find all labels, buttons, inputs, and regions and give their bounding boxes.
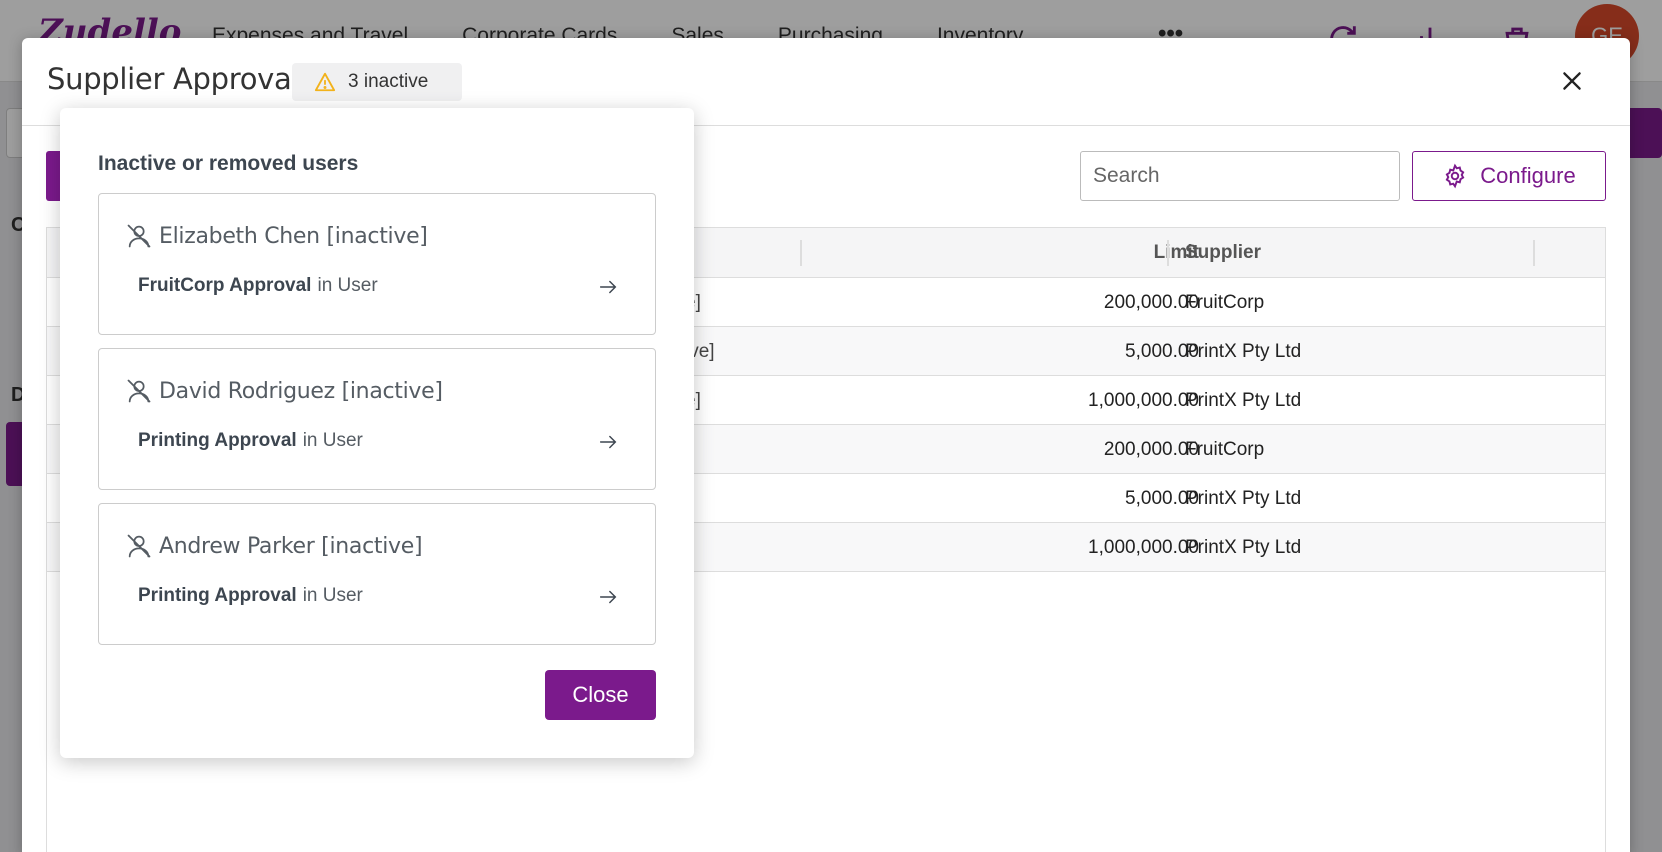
arrow-right-icon[interactable] [597,431,619,453]
user-name-row: David Rodriguez [inactive] [125,377,443,405]
approval-name: Printing Approval [138,430,297,451]
approval-context: in User [302,430,363,451]
user-name-row: Andrew Parker [inactive] [125,532,423,560]
approval-context: in User [317,275,378,296]
user-off-icon [127,379,151,403]
modal-title: Supplier Approvals [47,62,315,96]
inactive-user-card[interactable]: Elizabeth Chen [inactive] FruitCorp Appr… [98,193,656,335]
user-name-row: Elizabeth Chen [inactive] [125,222,428,250]
user-name: David Rodriguez [inactive] [159,378,443,404]
close-button[interactable]: Close [545,670,656,720]
user-off-icon [127,534,151,558]
column-resize-handle[interactable] [1167,240,1169,266]
cell-supplier: PrintX Pty Ltd [1185,537,1302,558]
inactive-badge-label: 3 inactive [348,71,429,92]
arrow-right-icon[interactable] [597,586,619,608]
warning-icon [314,72,336,92]
cell-supplier: PrintX Pty Ltd [1185,390,1302,411]
column-header-supplier[interactable]: Supplier [1185,242,1261,264]
column-resize-handle[interactable] [800,240,802,266]
close-icon[interactable] [1559,68,1585,94]
cell-supplier: FruitCorp [1185,439,1265,460]
search-input[interactable] [1080,151,1400,201]
inactive-users-badge[interactable]: 3 inactive [292,63,462,101]
inactive-user-card[interactable]: David Rodriguez [inactive] Printing Appr… [98,348,656,490]
user-approval-detail: FruitCorp Approval in User [138,275,378,297]
inactive-user-card[interactable]: Andrew Parker [inactive] Printing Approv… [98,503,656,645]
user-off-icon [127,224,151,248]
configure-button[interactable]: Configure [1412,151,1606,201]
gear-icon [1445,163,1465,189]
cell-limit: 1,000,000.00 [1088,537,1199,558]
user-approval-detail: Printing Approval in User [138,585,363,607]
popover-title: Inactive or removed users [98,152,359,175]
cell-supplier: PrintX Pty Ltd [1185,341,1302,362]
user-approval-detail: Printing Approval in User [138,430,363,452]
column-resize-handle[interactable] [1533,240,1535,266]
cell-supplier: FruitCorp [1185,292,1265,313]
user-name: Andrew Parker [inactive] [159,533,423,559]
arrow-right-icon[interactable] [597,276,619,298]
approval-name: FruitCorp Approval [138,275,312,296]
user-name: Elizabeth Chen [inactive] [159,223,428,249]
approval-name: Printing Approval [138,585,297,606]
cell-supplier: PrintX Pty Ltd [1185,488,1302,509]
inactive-users-popover: Inactive or removed users Elizabeth Chen… [60,108,694,758]
cell-limit: 1,000,000.00 [1088,390,1199,411]
configure-label: Configure [1480,163,1576,188]
approval-context: in User [302,585,363,606]
